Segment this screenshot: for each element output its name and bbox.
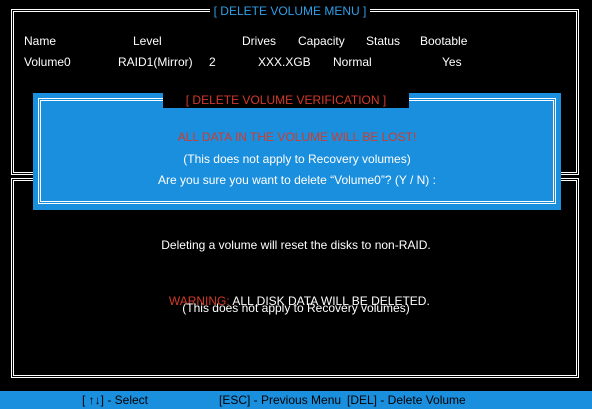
- dialog-confirm-prompt[interactable]: Are you sure you want to delete “Volume0…: [33, 173, 561, 187]
- dialog-data-lost-warning: ALL DATA IN THE VOLUME WILL BE LOST!: [177, 130, 417, 144]
- col-bootable: Bootable: [420, 34, 468, 48]
- footer-select-hint[interactable]: [ ↑↓] - Select: [82, 393, 148, 407]
- info-recovery-note: (This does not apply to Recovery volumes…: [182, 301, 410, 315]
- dialog-frame: [38, 98, 556, 204]
- footer-delete-hint[interactable]: [DEL] - Delete Volume: [347, 393, 466, 407]
- volume-bootable: Yes: [442, 55, 462, 69]
- volume-status: Normal: [333, 55, 372, 69]
- volume-drives: 2: [209, 55, 216, 69]
- col-name: Name: [24, 34, 57, 48]
- menu-title: [ DELETE VOLUME MENU ]: [213, 4, 367, 18]
- volume-name: Volume0: [24, 55, 71, 69]
- info-reset-text: Deleting a volume will reset the disks t…: [161, 238, 431, 252]
- volume-capacity: XXX.XGB: [258, 55, 311, 69]
- footer-bar: [ ↑↓] - Select [ESC] - Previous Menu [DE…: [0, 391, 592, 409]
- dialog-recovery-note: (This does not apply to Recovery volumes…: [183, 152, 411, 166]
- col-status: Status: [366, 34, 401, 48]
- col-drives: Drives: [242, 34, 277, 48]
- dialog-title: [ DELETE VOLUME VERIFICATION ]: [185, 93, 387, 107]
- col-level: Level: [133, 34, 162, 48]
- col-capacity: Capacity: [298, 34, 345, 48]
- footer-previous-hint[interactable]: [ESC] - Previous Menu: [219, 393, 341, 407]
- volume-level: RAID1(Mirror): [118, 55, 193, 69]
